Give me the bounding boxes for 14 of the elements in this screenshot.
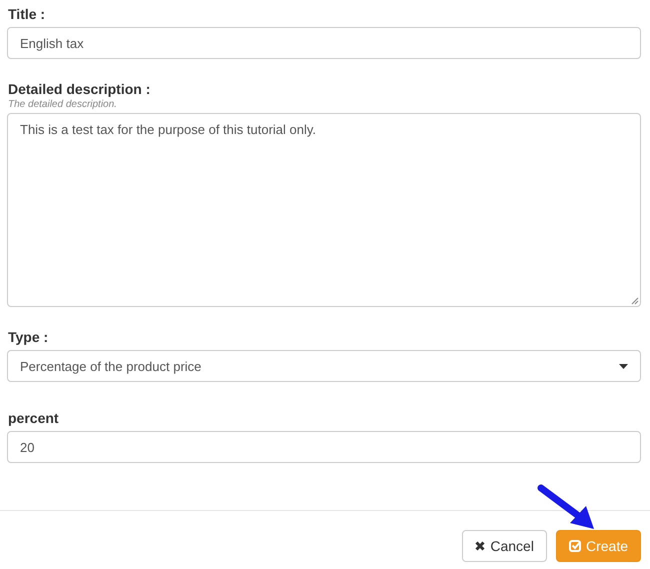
textarea-field[interactable]: This is a test tax for the purpose of this tutorial only.: [7, 113, 641, 307]
help-text: The detailed description.: [8, 99, 117, 110]
checkbox-check-icon: [568, 540, 581, 552]
text-input[interactable]: 20: [7, 431, 641, 463]
field-label: percent: [8, 410, 59, 426]
text-input[interactable]: English tax: [7, 27, 641, 59]
resize-grip-icon[interactable]: [631, 297, 639, 305]
close-icon: [475, 541, 486, 551]
caret-icon: [619, 364, 628, 368]
field-label: Title :: [8, 6, 46, 22]
select-dropdown[interactable]: Percentage of the product price: [7, 350, 641, 382]
field-label: Type :: [8, 329, 48, 345]
field-label: Detailed description :: [8, 81, 150, 97]
cancel-button[interactable]: Cancel: [462, 530, 547, 562]
